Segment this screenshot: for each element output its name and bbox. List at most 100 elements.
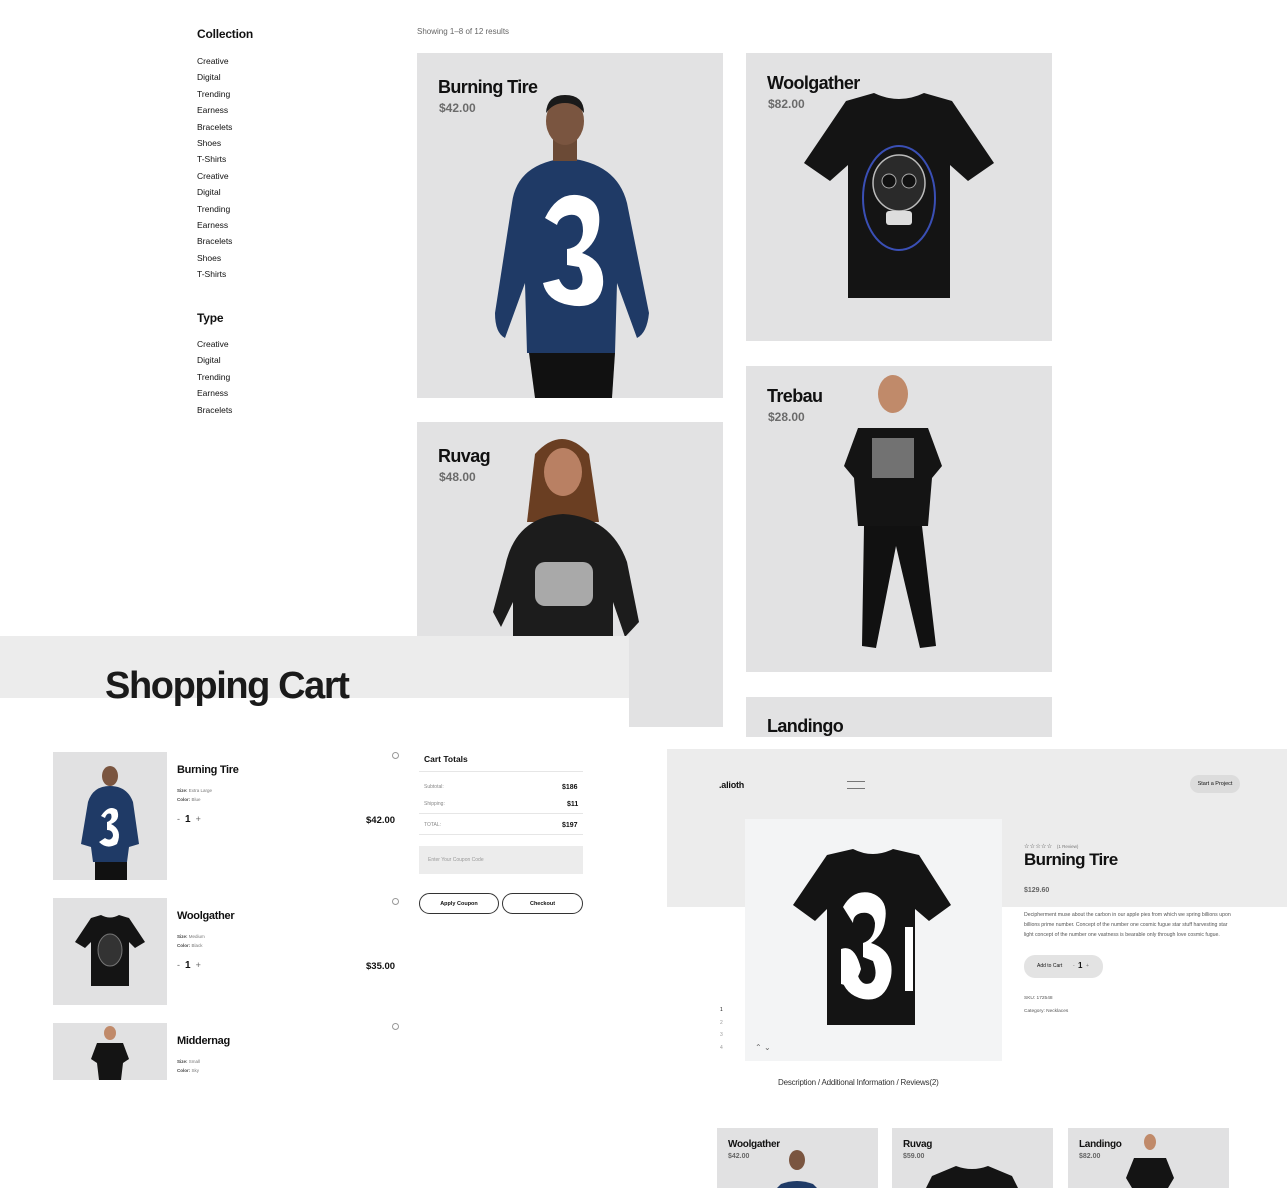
gallery-arrows: ⌃ ⌄ [755, 1043, 771, 1052]
cart-item-name[interactable]: Middernag [177, 1035, 230, 1047]
qty-increase-button[interactable]: + [196, 960, 201, 970]
review-count[interactable]: (1 Review) [1057, 844, 1079, 849]
product-name[interactable]: Trebau [767, 386, 823, 407]
type-list: Creative Digital Trending Earness Bracel… [197, 336, 232, 418]
gallery-page[interactable]: 2 [720, 1017, 723, 1030]
thumbnail-image [81, 766, 139, 880]
add-to-cart-control: Add to Cart - 1 + [1024, 955, 1103, 978]
cart-item-price: $35.00 [366, 961, 396, 972]
cart-item-meta: Size: Small Color: Sky [177, 1057, 200, 1075]
qty-increase-button[interactable]: + [196, 814, 201, 824]
collection-list: Creative Digital Trending Earness Bracel… [197, 53, 232, 283]
type-item[interactable]: Earness [197, 385, 232, 401]
related-product-name[interactable]: Ruvag [903, 1139, 932, 1150]
size-label: Size: [177, 934, 188, 939]
tab-additional-information[interactable]: / Additional Information [818, 1078, 895, 1087]
qty-decrease-button[interactable]: - [1073, 955, 1075, 977]
cart-item-name[interactable]: Burning Tire [177, 764, 239, 776]
site-logo[interactable]: .alioth [719, 780, 744, 790]
collection-item[interactable]: Bracelets [197, 233, 232, 249]
gallery-page[interactable]: 4 [720, 1042, 723, 1055]
shipping-value: $11 [567, 801, 579, 808]
tab-reviews[interactable]: / Reviews(2) [896, 1078, 938, 1087]
checkout-button[interactable]: Checkout [502, 893, 583, 914]
color-value: Sky [191, 1068, 200, 1073]
thumbnail-image [91, 1026, 129, 1080]
collection-item[interactable]: Bracelets [197, 119, 232, 135]
remove-item-icon[interactable] [392, 1023, 399, 1030]
collection-item[interactable]: Digital [197, 184, 232, 200]
related-product-card[interactable]: Ruvag $59.00 [892, 1128, 1053, 1188]
remove-item-icon[interactable] [392, 898, 399, 905]
related-product-card[interactable]: Woolgather $42.00 [717, 1128, 878, 1188]
cart-item-thumbnail[interactable] [53, 1023, 167, 1080]
related-product-name[interactable]: Woolgather [728, 1139, 780, 1150]
collection-item[interactable]: Shoes [197, 250, 232, 266]
cart-totals-heading: Cart Totals [424, 754, 468, 764]
chevron-down-icon[interactable]: ⌄ [764, 1043, 771, 1052]
collection-item[interactable]: Earness [197, 217, 232, 233]
type-item[interactable]: Bracelets [197, 402, 232, 418]
divider [419, 771, 583, 772]
collection-item[interactable]: Trending [197, 86, 232, 102]
type-item[interactable]: Digital [197, 352, 232, 368]
product-card[interactable]: Woolgather $82.00 [746, 53, 1052, 341]
gallery-page[interactable]: 3 [720, 1029, 723, 1042]
related-product-name[interactable]: Landingo [1079, 1139, 1122, 1150]
description-line: billions prime number. Concept of the nu… [1024, 922, 1228, 929]
product-card[interactable]: Trebau $28.00 [746, 366, 1052, 672]
related-product-price: $42.00 [728, 1153, 750, 1160]
collection-item[interactable]: Trending [197, 201, 232, 217]
product-main-image[interactable] [745, 819, 1002, 1061]
category[interactable]: Category: Necklaces [1024, 1006, 1068, 1019]
add-to-cart-button[interactable]: Add to Cart [1037, 955, 1062, 977]
collection-item[interactable]: Shoes [197, 135, 232, 151]
qty-decrease-button[interactable]: - [177, 960, 180, 970]
total-label: TOTAL: [424, 822, 442, 828]
color-value: Black [191, 943, 203, 948]
collection-item[interactable]: Digital [197, 69, 232, 85]
color-label: Color: [177, 943, 191, 948]
collection-item[interactable]: Earness [197, 102, 232, 118]
remove-item-icon[interactable] [392, 752, 399, 759]
cart-item-name[interactable]: Woolgather [177, 910, 235, 922]
related-product-card[interactable]: Landingo $82.00 [1068, 1128, 1229, 1188]
chevron-up-icon[interactable]: ⌃ [755, 1043, 762, 1052]
product-name[interactable]: Landingo [767, 716, 844, 737]
gallery-page[interactable]: 1 [720, 1004, 723, 1017]
apply-coupon-button[interactable]: Apply Coupon [419, 893, 499, 914]
collection-item[interactable]: T-Shirts [197, 266, 232, 282]
type-item[interactable]: Trending [197, 369, 232, 385]
product-meta: SKU: 172548 Category: Necklaces [1024, 993, 1068, 1018]
color-label: Color: [177, 1068, 191, 1073]
shipping-label: Shipping: [424, 801, 445, 807]
product-name[interactable]: Woolgather [767, 73, 860, 94]
cart-item-thumbnail[interactable] [53, 898, 167, 1005]
qty-value: 1 [185, 960, 191, 971]
cart-item-thumbnail[interactable] [53, 752, 167, 880]
product-name[interactable]: Burning Tire [438, 77, 538, 98]
qty-increase-button[interactable]: + [1086, 955, 1089, 977]
start-project-button[interactable]: Start a Project [1190, 775, 1240, 793]
color-value: Blue [191, 797, 201, 802]
menu-icon[interactable] [847, 781, 865, 789]
subtotal-label: Subtotal: [424, 784, 444, 790]
collection-item[interactable]: T-Shirts [197, 151, 232, 167]
collection-item[interactable]: Creative [197, 53, 232, 69]
collection-item[interactable]: Creative [197, 168, 232, 184]
product-title: Burning Tire [1024, 850, 1118, 869]
coupon-input[interactable]: Enter Your Coupon Code [419, 846, 583, 874]
qty-value: 1 [1078, 961, 1083, 970]
cart-item-meta: Size: Medium Color: Black [177, 932, 205, 950]
product-card[interactable]: Burning Tire $42.00 [417, 53, 723, 398]
product-tabs: Description / Additional Information / R… [778, 1078, 939, 1087]
subtotal-value: $186 [562, 784, 578, 791]
color-label: Color: [177, 797, 191, 802]
product-card[interactable]: Landingo [746, 697, 1052, 737]
product-name[interactable]: Ruvag [438, 446, 491, 467]
tab-description[interactable]: Description [778, 1078, 816, 1087]
size-value: Medium [188, 934, 205, 939]
type-item[interactable]: Creative [197, 336, 232, 352]
related-product-price: $82.00 [1079, 1153, 1101, 1160]
qty-decrease-button[interactable]: - [177, 814, 180, 824]
